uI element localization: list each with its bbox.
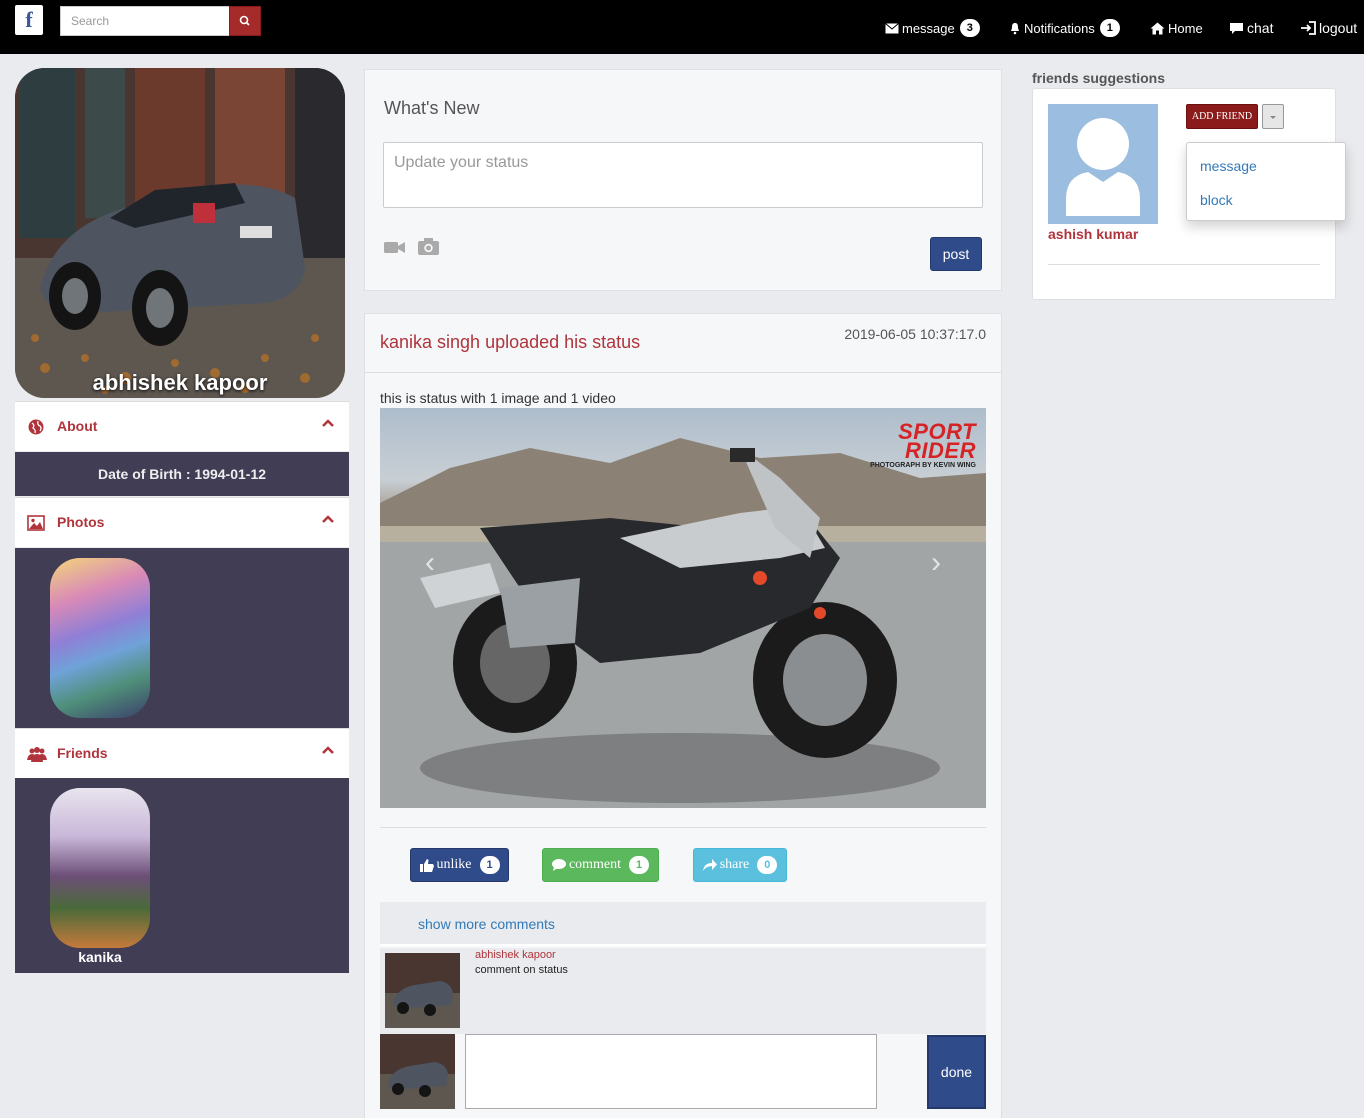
logout-icon bbox=[1301, 21, 1316, 35]
comment-author[interactable]: abhishek kapoor bbox=[475, 949, 556, 961]
post-header-divider bbox=[365, 372, 1001, 373]
friend-avatar[interactable] bbox=[50, 788, 150, 948]
post-actions-divider bbox=[380, 827, 986, 828]
suggestion-options-menu: message block bbox=[1186, 142, 1346, 221]
menu-item-block[interactable]: block bbox=[1200, 192, 1233, 208]
nav-home[interactable]: Home bbox=[1150, 18, 1203, 38]
nav-notifications[interactable]: Notifications 1 bbox=[1009, 18, 1120, 38]
chevron-up-icon[interactable] bbox=[321, 416, 335, 430]
comment-text: comment on status bbox=[475, 964, 568, 976]
suggested-user-name[interactable]: ashish kumar bbox=[1048, 226, 1138, 242]
share-icon bbox=[702, 859, 717, 871]
add-friend-button[interactable]: ADD FRIEND bbox=[1186, 104, 1258, 129]
comment-count-badge: 1 bbox=[629, 856, 650, 874]
top-navbar: f message 3 Notifications 1 Home chat lo… bbox=[0, 0, 1364, 54]
post-text: this is status with 1 image and 1 video bbox=[380, 390, 616, 406]
photos-panel-body bbox=[15, 548, 349, 728]
message-count-badge: 3 bbox=[959, 19, 980, 37]
envelope-icon bbox=[885, 22, 899, 33]
menu-item-message[interactable]: message bbox=[1200, 158, 1257, 174]
comment-label: comment bbox=[568, 857, 622, 872]
globe-icon bbox=[28, 419, 44, 435]
more-options-button[interactable] bbox=[1262, 104, 1284, 129]
picture-icon bbox=[27, 515, 45, 531]
post-image-carousel[interactable]: SPORT RIDER PHOTOGRAPH BY KEVIN WING ‹ › bbox=[380, 408, 986, 808]
comment-icon bbox=[1230, 22, 1243, 34]
comment-item: abhishek kapoor comment on status bbox=[380, 948, 986, 1034]
commenter-avatar[interactable] bbox=[385, 953, 460, 1028]
nav-message[interactable]: message 3 bbox=[885, 18, 980, 38]
nav-home-label: Home bbox=[1168, 20, 1203, 36]
users-icon bbox=[27, 747, 47, 762]
default-user-avatar[interactable] bbox=[1048, 104, 1158, 224]
cover-car-image bbox=[15, 68, 345, 398]
post-button[interactable]: post bbox=[930, 237, 982, 271]
nav-logout[interactable]: logout bbox=[1300, 18, 1357, 38]
bell-icon bbox=[1011, 22, 1019, 34]
show-more-comments-bar: show more comments bbox=[380, 902, 986, 946]
date-of-birth: Date of Birth : 1994-01-12 bbox=[97, 466, 267, 482]
nav-chat[interactable]: chat bbox=[1229, 18, 1273, 38]
done-button[interactable]: done bbox=[927, 1035, 986, 1109]
camera-icon[interactable] bbox=[418, 238, 439, 255]
video-camera-icon[interactable] bbox=[384, 240, 406, 255]
nav-message-label: message bbox=[902, 20, 955, 36]
photos-panel-header[interactable]: Photos bbox=[15, 497, 349, 547]
composer-heading: What's New bbox=[384, 98, 480, 118]
profile-cover-photo: abhishek kapoor bbox=[15, 68, 345, 398]
carousel-prev-icon[interactable]: ‹ bbox=[420, 548, 440, 578]
suggestion-divider bbox=[1048, 264, 1320, 265]
photo-thumbnail[interactable] bbox=[50, 558, 150, 718]
share-count-badge: 0 bbox=[757, 856, 778, 874]
about-label: About bbox=[57, 418, 98, 434]
comment-input[interactable] bbox=[465, 1034, 877, 1109]
show-more-comments-link[interactable]: show more comments bbox=[418, 916, 555, 932]
nav-notifications-label: Notifications bbox=[1024, 20, 1095, 36]
comment-button[interactable]: comment 1 bbox=[542, 848, 659, 882]
post-title[interactable]: kanika singh uploaded his status bbox=[380, 332, 640, 353]
friends-panel-header[interactable]: Friends bbox=[15, 728, 349, 778]
post-timestamp: 2019-06-05 10:37:17.0 bbox=[844, 326, 986, 342]
about-panel-body: Date of Birth : 1994-01-12 bbox=[15, 452, 349, 496]
like-count-badge: 1 bbox=[479, 856, 500, 874]
notifications-count-badge: 1 bbox=[1099, 19, 1120, 37]
profile-name: abhishek kapoor bbox=[92, 370, 268, 395]
status-composer: What's New post bbox=[364, 69, 1002, 291]
about-panel-header[interactable]: About bbox=[15, 401, 349, 451]
unlike-label: unlike bbox=[436, 857, 472, 872]
photos-label: Photos bbox=[57, 514, 105, 530]
thumbs-up-icon bbox=[419, 858, 434, 872]
home-icon bbox=[1150, 22, 1165, 34]
caret-down-icon bbox=[1270, 116, 1276, 119]
friend-suggestions-title: friends suggestions bbox=[1032, 70, 1166, 86]
facebook-logo[interactable]: f bbox=[15, 5, 43, 35]
search-button[interactable] bbox=[229, 6, 261, 36]
carousel-next-icon[interactable]: › bbox=[926, 548, 946, 578]
share-button[interactable]: share 0 bbox=[693, 848, 787, 882]
sport-rider-logo: SPORT RIDER PHOTOGRAPH BY KEVIN WING bbox=[870, 419, 976, 470]
search-input[interactable] bbox=[60, 6, 230, 36]
current-user-avatar bbox=[380, 1034, 455, 1109]
friends-panel-body: kanika bbox=[15, 778, 349, 973]
chevron-up-icon[interactable] bbox=[321, 512, 335, 526]
status-post: kanika singh uploaded his status 2019-06… bbox=[364, 313, 1002, 1118]
user-silhouette-icon bbox=[1066, 118, 1140, 216]
search-icon bbox=[239, 15, 250, 26]
nav-chat-label: chat bbox=[1247, 20, 1274, 36]
chevron-up-icon[interactable] bbox=[321, 743, 335, 757]
status-input[interactable] bbox=[383, 142, 983, 208]
unlike-button[interactable]: unlike 1 bbox=[410, 848, 509, 882]
share-label: share bbox=[719, 857, 750, 872]
friend-name[interactable]: kanika bbox=[50, 949, 150, 965]
comment-bubble-icon bbox=[551, 859, 566, 871]
nav-logout-label: logout bbox=[1319, 20, 1358, 36]
friends-label: Friends bbox=[57, 745, 108, 761]
